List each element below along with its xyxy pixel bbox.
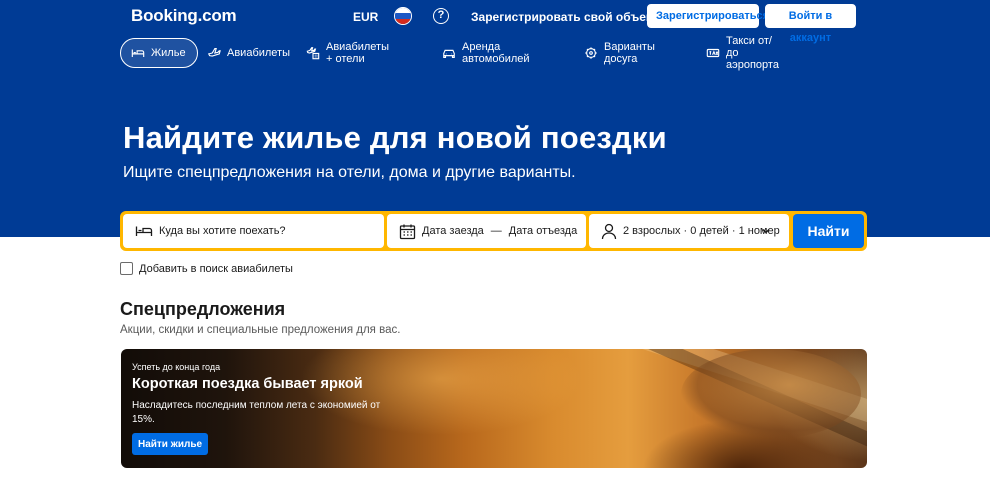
nav-item-attractions[interactable]: Варианты досуга — [584, 38, 655, 68]
banner-photo-hat — [681, 349, 861, 439]
chevron-down-icon — [762, 229, 770, 234]
car-icon — [443, 49, 455, 58]
nav-item-label: Жилье — [151, 47, 186, 59]
guests-field[interactable]: 2 взрослых · 0 детей · 1 номер — [589, 214, 789, 248]
top-bar: Booking.com EUR ? Зарегистрировать свой … — [0, 0, 990, 44]
nav-item-car-rental[interactable]: Аренда автомобилей — [442, 38, 530, 68]
taxi-icon — [706, 48, 720, 58]
nav-item-label: Варианты досуга — [604, 41, 655, 65]
nav-item-label: Авиабилеты — [227, 47, 291, 59]
hero-title: Найдите жилье для новой поездки — [123, 120, 667, 155]
add-flights-checkbox[interactable] — [120, 262, 133, 275]
nav-item-flight-hotel[interactable]: Авиабилеты + отели — [306, 38, 389, 68]
plane-hotel-icon — [306, 47, 320, 60]
deals-title: Спецпредложения — [120, 299, 286, 319]
banner-title: Короткая поездка бывает яркой — [132, 376, 363, 392]
add-flights-option[interactable]: Добавить в поиск авиабилеты — [120, 262, 293, 275]
nav-item-label: Аренда автомобилей — [462, 41, 530, 65]
search-button[interactable]: Найти — [793, 214, 864, 248]
hero-subtitle: Ищите спецпредложения на отели, дома и д… — [123, 164, 576, 181]
banner-text: Насладитесь последним теплом лета с экон… — [132, 400, 381, 425]
find-stays-button[interactable]: Найти жилье — [132, 433, 208, 455]
banner-eyebrow: Успеть до конца года — [132, 362, 221, 372]
help-icon[interactable]: ? — [433, 8, 449, 24]
nav-item-stays[interactable]: Жилье — [120, 38, 198, 68]
bed-icon — [131, 49, 145, 57]
attractions-icon — [585, 47, 597, 59]
promo-banner[interactable]: Успеть до конца года Короткая поездка бы… — [121, 349, 867, 468]
bed-icon — [135, 226, 153, 236]
checkout-label: Дата отъезда — [508, 225, 578, 237]
destination-field[interactable]: Куда вы хотите поехать? — [123, 214, 384, 248]
nav-item-label: Авиабилеты + отели — [326, 41, 390, 65]
language-flag-icon[interactable] — [394, 7, 412, 25]
sign-in-button[interactable]: Войти в аккаунт — [765, 4, 856, 44]
booking-logo[interactable]: Booking.com — [131, 6, 237, 26]
guests-summary: 2 взрослых · 0 детей · 1 номер — [623, 225, 780, 237]
plane-icon — [207, 48, 221, 57]
register-button[interactable]: Зарегистрироваться — [647, 4, 769, 28]
destination-placeholder: Куда вы хотите поехать? — [159, 225, 286, 237]
add-flights-label: Добавить в поиск авиабилеты — [139, 262, 293, 275]
currency-selector[interactable]: EUR — [353, 10, 378, 24]
search-bar: Куда вы хотите поехать? Дата заезда — Да… — [120, 211, 867, 251]
calendar-icon — [399, 224, 416, 239]
list-property-link[interactable]: Зарегистрировать свой объект — [471, 10, 658, 24]
checkin-label: Дата заезда — [422, 225, 484, 237]
nav-item-flights[interactable]: Авиабилеты — [207, 38, 290, 68]
person-icon — [601, 223, 617, 239]
nav-item-label: Такси от/до аэропорта — [726, 35, 779, 71]
nav-item-airport-taxi[interactable]: Такси от/до аэропорта — [706, 35, 779, 71]
dates-field[interactable]: Дата заезда — Дата отъезда — [387, 214, 586, 248]
hero-background — [0, 0, 990, 237]
deals-subtitle: Акции, скидки и специальные предложения … — [120, 324, 401, 336]
date-separator: — — [490, 225, 502, 237]
